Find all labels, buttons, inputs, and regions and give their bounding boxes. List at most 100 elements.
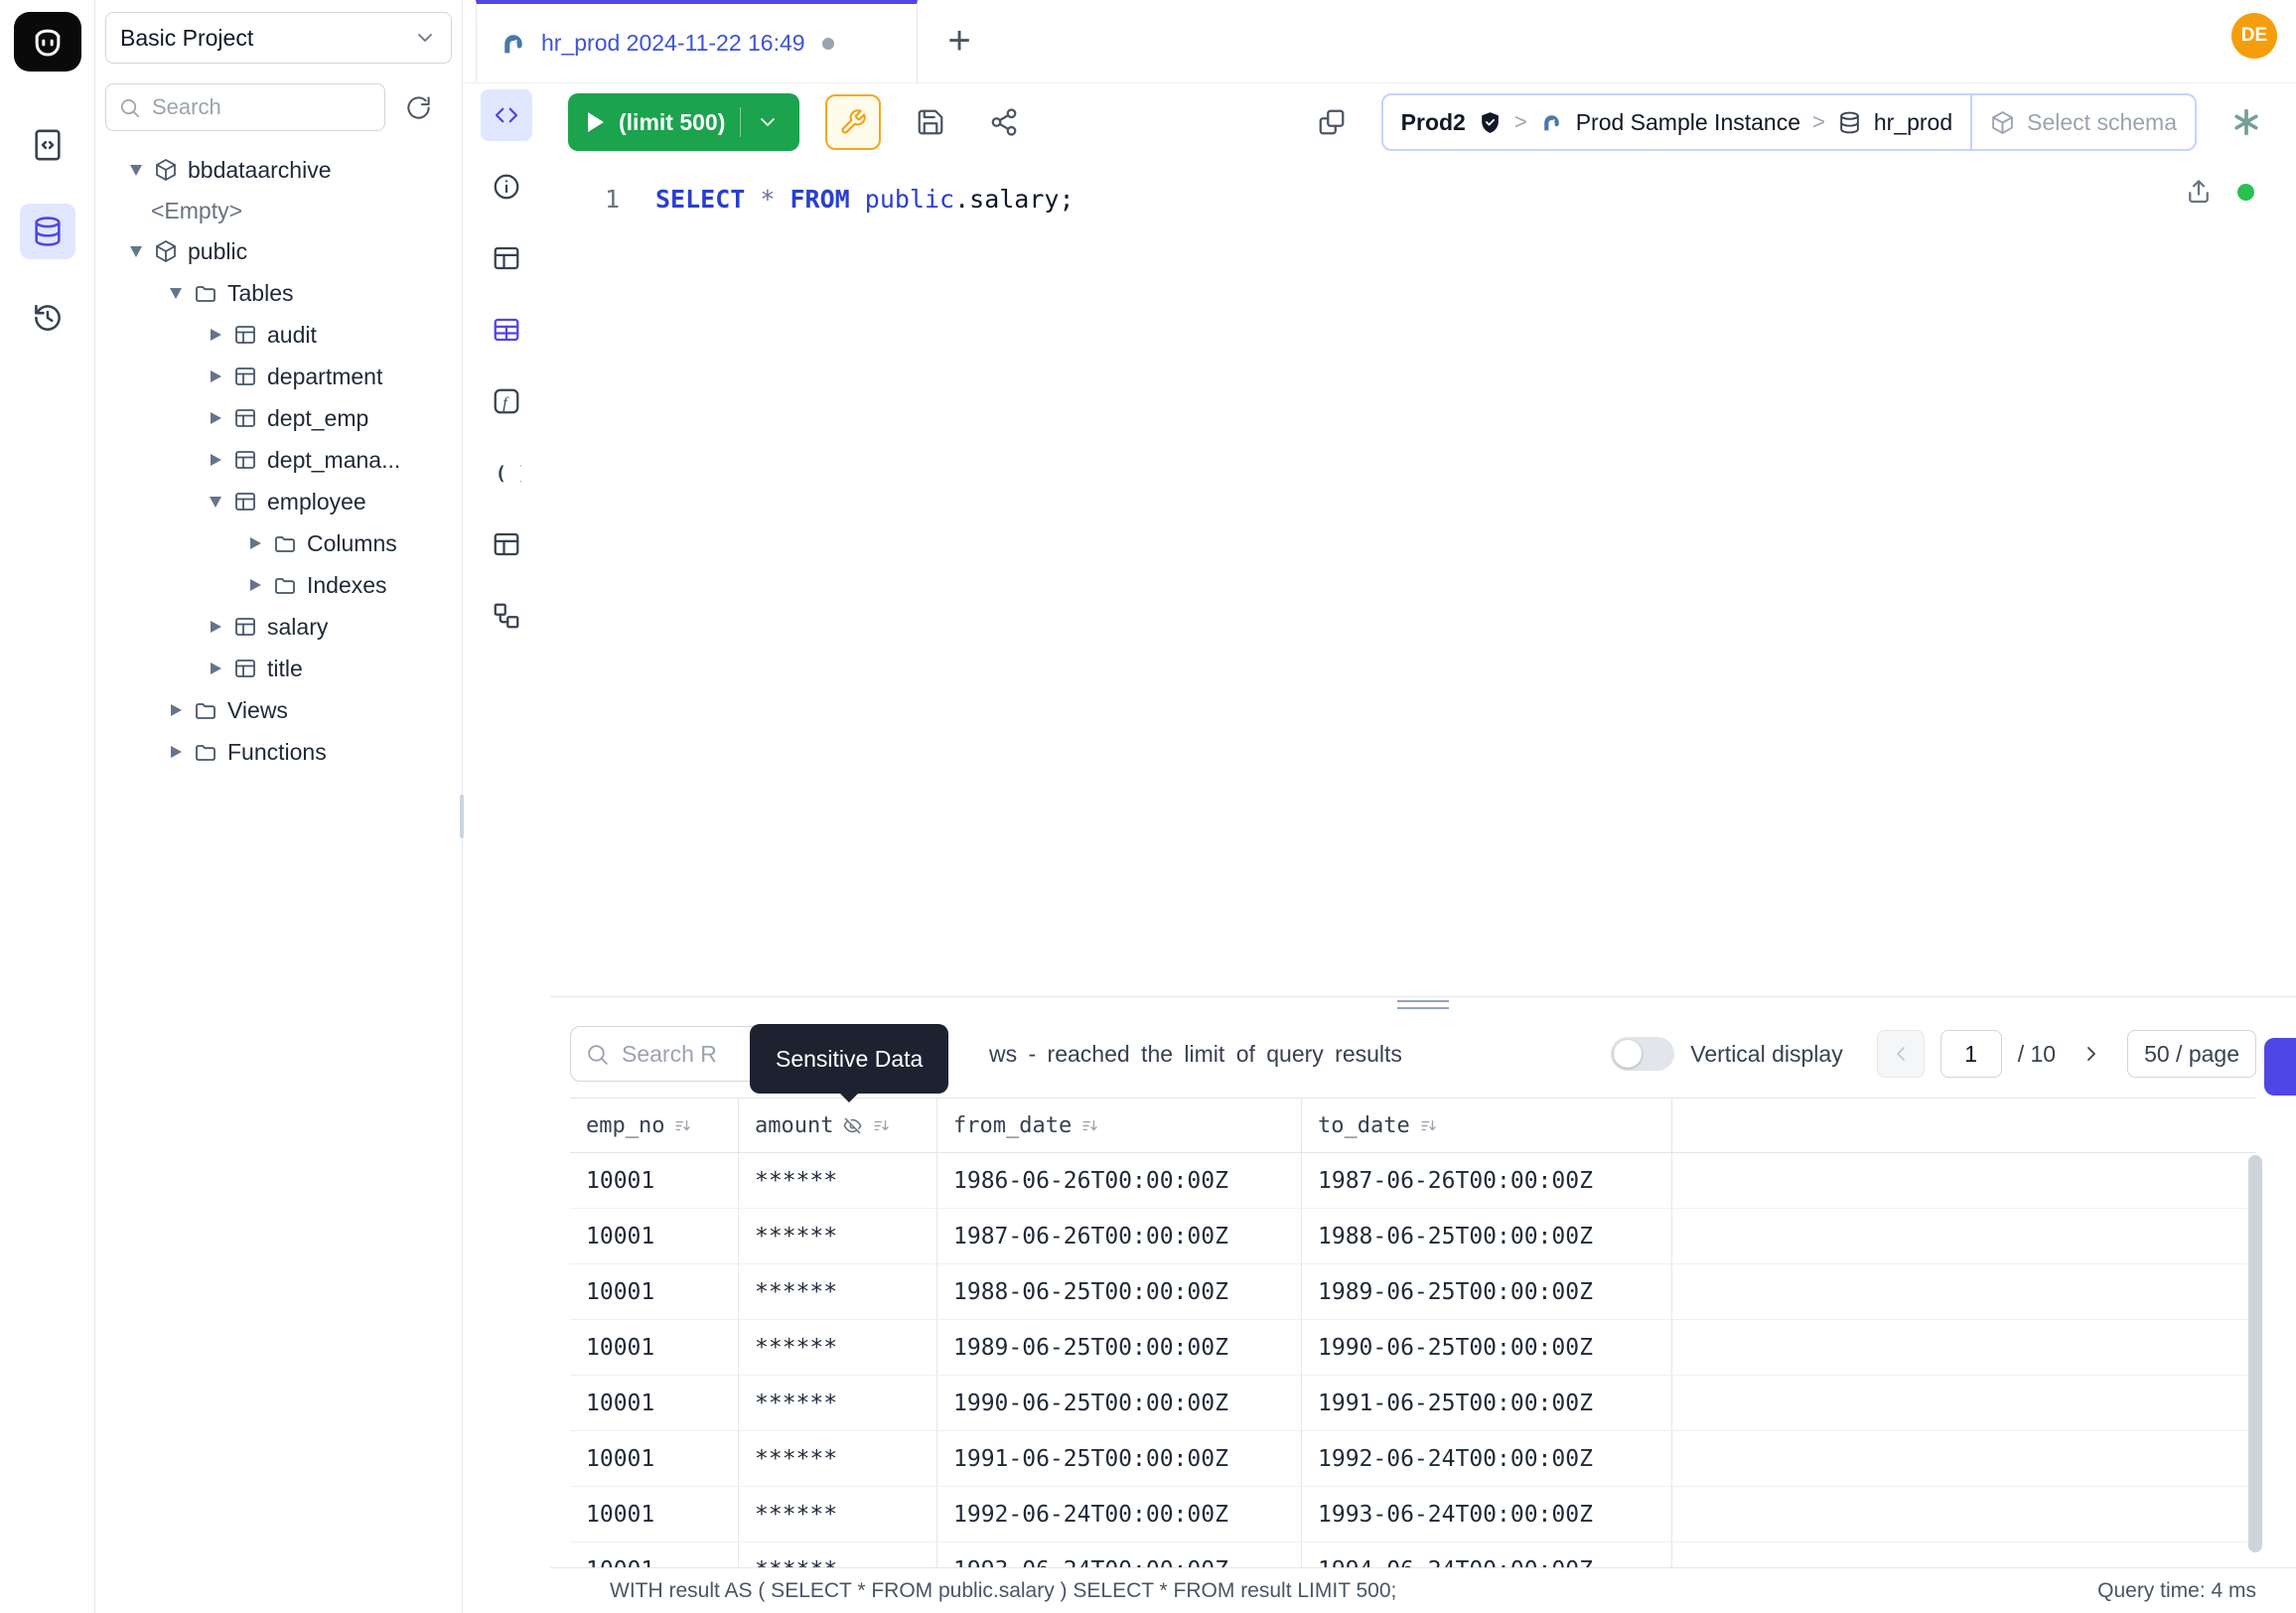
caret-down-icon[interactable] [164,288,188,299]
table-cell[interactable]: 1993-06-24T00:00:00Z [937,1542,1302,1567]
refresh-button[interactable] [395,84,441,130]
sort-icon[interactable] [1080,1116,1099,1135]
strip-item-procedures-panel[interactable]: ( ) [481,447,532,499]
batch-query-button[interactable] [1308,98,1356,146]
tree-item-empty[interactable]: <Empty> [105,191,452,230]
prev-page-button[interactable] [1877,1030,1925,1078]
table-cell[interactable]: 10001 [570,1542,739,1567]
table-cell[interactable]: ****** [739,1320,937,1375]
save-button[interactable] [907,98,954,146]
panel-splitter[interactable] [550,996,2296,1012]
table-cell[interactable]: ****** [739,1542,937,1567]
table-cell[interactable]: 1990-06-25T00:00:00Z [937,1376,1302,1430]
page-size-select[interactable]: 50 / page [2127,1030,2256,1078]
panel-resize-handle[interactable] [1397,1000,1449,1009]
rail-item-history[interactable] [20,290,75,346]
sidebar-search[interactable] [105,83,385,131]
table-row[interactable]: 10001******1990-06-25T00:00:00Z1991-06-2… [570,1376,2256,1431]
strip-item-info-panel[interactable] [481,161,532,213]
table-cell[interactable]: 1992-06-24T00:00:00Z [937,1487,1302,1541]
table-cell[interactable]: 1987-06-26T00:00:00Z [1302,1153,1672,1208]
strip-item-sensitive-tables-panel[interactable] [481,304,532,356]
table-cell[interactable]: 10001 [570,1487,739,1541]
caret-down-icon[interactable] [204,497,227,508]
strip-item-tables-panel[interactable] [481,232,532,284]
table-row[interactable]: 10001******1988-06-25T00:00:00Z1989-06-2… [570,1264,2256,1320]
table-cell[interactable]: 10001 [570,1320,739,1375]
column-header-from_date[interactable]: from_date [937,1099,1302,1152]
table-cell[interactable]: 1992-06-24T00:00:00Z [1302,1431,1672,1486]
project-selector[interactable]: Basic Project [105,12,452,64]
table-cell[interactable]: 1989-06-25T00:00:00Z [1302,1264,1672,1319]
sort-icon[interactable] [872,1116,891,1135]
table-cell[interactable]: ****** [739,1487,937,1541]
share-button[interactable] [980,98,1028,146]
caret-right-icon[interactable] [164,746,188,758]
caret-right-icon[interactable] [243,537,267,549]
table-cell[interactable]: 1987-06-26T00:00:00Z [937,1209,1302,1263]
new-tab-button[interactable]: + [932,0,987,82]
tree-item-bbdataarchive[interactable]: bbdataarchive [105,149,452,191]
tree-item-department[interactable]: department [105,356,452,397]
table-row[interactable]: 10001******1989-06-25T00:00:00Z1990-06-2… [570,1320,2256,1376]
ai-assistant-button[interactable] [2223,98,2270,146]
caret-right-icon[interactable] [204,662,227,674]
sidebar-resize-handle[interactable] [460,795,464,838]
vertical-display-toggle[interactable] [1611,1037,1674,1071]
user-avatar[interactable]: DE [2231,13,2277,59]
bytebase-logo[interactable] [14,12,81,72]
caret-right-icon[interactable] [204,621,227,633]
caret-right-icon[interactable] [204,370,227,382]
rail-item-databases[interactable] [20,204,75,259]
caret-right-icon[interactable] [164,704,188,716]
table-cell[interactable]: 1986-06-26T00:00:00Z [937,1153,1302,1208]
tree-item-columns[interactable]: Columns [105,522,452,564]
tree-item-employee[interactable]: employee [105,481,452,522]
tree-item-dept-mana[interactable]: dept_mana... [105,439,452,481]
column-header-to_date[interactable]: to_date [1302,1099,1672,1152]
tree-item-title[interactable]: title [105,648,452,689]
sort-icon[interactable] [1419,1116,1438,1135]
sort-icon[interactable] [673,1116,692,1135]
table-cell[interactable]: ****** [739,1264,937,1319]
table-cell[interactable]: 1991-06-25T00:00:00Z [937,1431,1302,1486]
table-cell[interactable]: 10001 [570,1264,739,1319]
tree-item-dept-emp[interactable]: dept_emp [105,397,452,439]
rail-item-worksheets[interactable] [20,117,75,173]
table-cell[interactable]: 1989-06-25T00:00:00Z [937,1320,1302,1375]
tree-item-salary[interactable]: salary [105,606,452,648]
table-cell[interactable]: 1994-06-24T00:00:00Z [1302,1542,1672,1567]
table-cell[interactable]: 1990-06-25T00:00:00Z [1302,1320,1672,1375]
sql-editor[interactable]: 1 SELECT * FROM public.salary; [550,161,2296,996]
page-number-input[interactable] [1940,1030,2002,1078]
caret-down-icon[interactable] [124,246,148,257]
results-scrollbar[interactable] [2248,1155,2262,1552]
tree-item-functions[interactable]: Functions [105,731,452,773]
table-row[interactable]: 10001******1992-06-24T00:00:00Z1993-06-2… [570,1487,2256,1542]
sidebar-search-input[interactable] [150,93,372,121]
table-cell[interactable]: ****** [739,1153,937,1208]
table-row[interactable]: 10001******1993-06-24T00:00:00Z1994-06-2… [570,1542,2256,1567]
table-cell[interactable]: 10001 [570,1431,739,1486]
caret-down-icon[interactable] [124,165,148,176]
next-page-button[interactable] [2072,1030,2111,1078]
tree-item-audit[interactable]: audit [105,314,452,356]
strip-item-sql-editor[interactable] [481,89,532,141]
connection-selector[interactable]: Prod2 > Prod Sample Instance > hr_prod [1383,95,1970,149]
admin-mode-button[interactable] [825,94,881,150]
export-button-partial[interactable] [2264,1038,2296,1096]
caret-right-icon[interactable] [243,579,267,591]
table-cell[interactable]: 1991-06-25T00:00:00Z [1302,1376,1672,1430]
tree-item-public[interactable]: public [105,230,452,272]
table-cell[interactable]: 10001 [570,1376,739,1430]
chevron-down-icon[interactable] [756,110,780,134]
export-icon[interactable] [2184,177,2214,207]
strip-item-functions-panel[interactable]: f [481,375,532,427]
tree-item-indexes[interactable]: Indexes [105,564,452,606]
table-row[interactable]: 10001******1986-06-26T00:00:00Z1987-06-2… [570,1153,2256,1209]
tree-item-tables[interactable]: Tables [105,272,452,314]
table-cell[interactable]: ****** [739,1376,937,1430]
strip-item-external-tables-panel[interactable] [481,518,532,570]
table-cell[interactable]: 10001 [570,1209,739,1263]
table-cell[interactable]: 1993-06-24T00:00:00Z [1302,1487,1672,1541]
